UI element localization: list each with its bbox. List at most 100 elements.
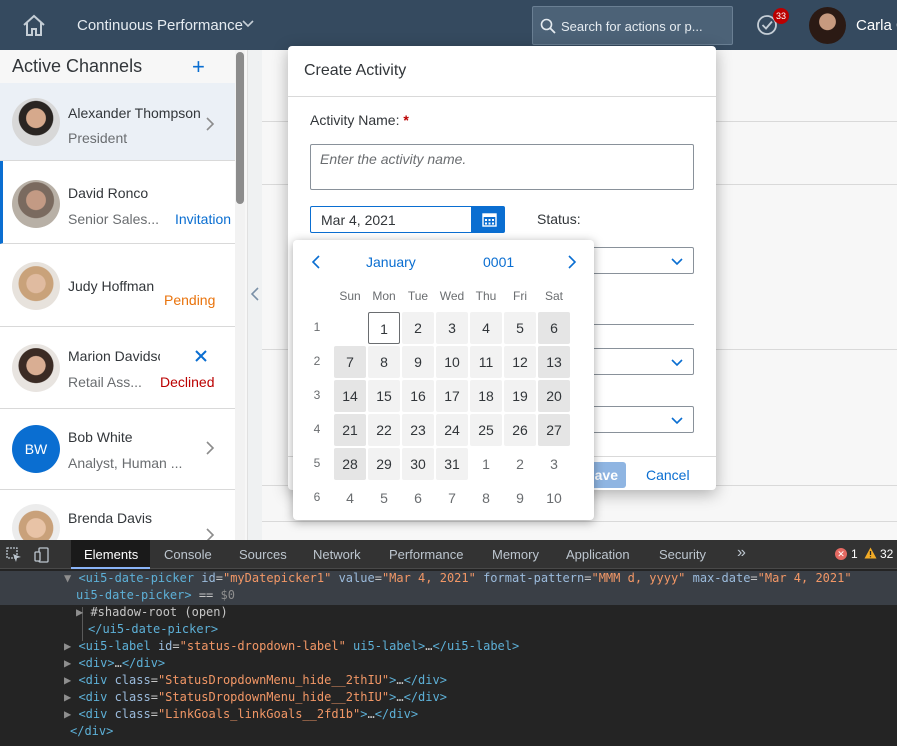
calendar-day[interactable]: 8 bbox=[368, 346, 400, 378]
home-icon[interactable] bbox=[20, 13, 48, 39]
user-avatar[interactable] bbox=[809, 7, 846, 44]
calendar-day[interactable]: 26 bbox=[504, 414, 536, 446]
year-button[interactable]: 0001 bbox=[483, 254, 514, 270]
inspect-element-icon[interactable] bbox=[6, 547, 22, 563]
chevron-left-icon[interactable] bbox=[250, 287, 260, 301]
calendar-day[interactable]: 3 bbox=[538, 448, 570, 480]
search-input[interactable]: Search for actions or p... bbox=[561, 19, 703, 34]
dom-tree-node[interactable]: ▶ #shadow-root (open) bbox=[76, 605, 228, 622]
calendar-day[interactable]: 6 bbox=[402, 482, 434, 514]
add-channel-button[interactable]: + bbox=[192, 56, 205, 78]
calendar-day[interactable]: 9 bbox=[402, 346, 434, 378]
calendar-day[interactable]: 30 bbox=[402, 448, 434, 480]
app-title[interactable]: Continuous Performance bbox=[77, 17, 243, 34]
calendar-day[interactable]: 29 bbox=[368, 448, 400, 480]
calendar-day[interactable]: 27 bbox=[538, 414, 570, 446]
calendar-day[interactable]: 31 bbox=[436, 448, 468, 480]
calendar-day[interactable]: 3 bbox=[436, 312, 468, 344]
collapse-arrow-icon[interactable]: ▼ bbox=[64, 571, 78, 585]
pane-collapse-tab[interactable] bbox=[247, 50, 262, 540]
tab-elements[interactable]: Elements bbox=[84, 547, 138, 562]
calendar-day[interactable]: 9 bbox=[504, 482, 536, 514]
chevron-down-icon[interactable] bbox=[241, 16, 255, 30]
calendar-day[interactable]: 5 bbox=[504, 312, 536, 344]
error-count[interactable]: 1 bbox=[851, 547, 858, 561]
tab-memory[interactable]: Memory bbox=[492, 547, 539, 562]
calendar-day[interactable]: 11 bbox=[470, 346, 502, 378]
calendar-day[interactable]: 6 bbox=[538, 312, 570, 344]
tab-console[interactable]: Console bbox=[164, 547, 212, 562]
calendar-day[interactable]: 7 bbox=[334, 346, 366, 378]
expand-arrow-icon[interactable]: ▶ bbox=[64, 639, 78, 653]
calendar-day[interactable]: 18 bbox=[470, 380, 502, 412]
expand-arrow-icon[interactable]: ▶ bbox=[64, 656, 78, 670]
calendar-day[interactable]: 8 bbox=[470, 482, 502, 514]
contact-list-item[interactable]: BW Bob White Analyst, Human ... bbox=[0, 409, 235, 490]
tab-security[interactable]: Security bbox=[659, 547, 706, 562]
channels-scrollbar[interactable] bbox=[235, 50, 245, 540]
calendar-day[interactable]: 19 bbox=[504, 380, 536, 412]
calendar-day[interactable]: 24 bbox=[436, 414, 468, 446]
warning-icon[interactable] bbox=[864, 547, 877, 559]
calendar-day[interactable]: 22 bbox=[368, 414, 400, 446]
month-button[interactable]: January bbox=[366, 254, 416, 270]
cancel-button[interactable]: Cancel bbox=[646, 467, 690, 483]
contact-list-item[interactable]: Brenda Davis bbox=[0, 490, 235, 540]
calendar-day[interactable]: 15 bbox=[368, 380, 400, 412]
dropdown-field[interactable] bbox=[578, 406, 694, 433]
calendar-day[interactable]: 4 bbox=[334, 482, 366, 514]
calendar-day[interactable]: 21 bbox=[334, 414, 366, 446]
date-input[interactable]: Mar 4, 2021 bbox=[310, 206, 472, 233]
contact-list-item[interactable]: Judy Hoffman Pending bbox=[0, 244, 235, 327]
dom-tree-node[interactable]: ▶ <div class="StatusDropdownMenu_hide__2… bbox=[64, 690, 447, 707]
calendar-day[interactable]: 2 bbox=[504, 448, 536, 480]
user-name[interactable]: Carla G bbox=[856, 17, 897, 34]
scrollbar-thumb[interactable] bbox=[236, 52, 244, 204]
status-dropdown[interactable] bbox=[578, 247, 694, 274]
dom-tree-node[interactable]: </div> bbox=[70, 724, 113, 741]
close-icon[interactable] bbox=[195, 350, 207, 362]
dom-tree-node[interactable]: ▼ <ui5-date-picker id="myDatepicker1" va… bbox=[64, 571, 852, 588]
calendar-day[interactable]: 16 bbox=[402, 380, 434, 412]
contact-list-item[interactable]: Alexander Thompson President bbox=[0, 83, 235, 161]
calendar-day[interactable]: 4 bbox=[470, 312, 502, 344]
calendar-day[interactable]: 14 bbox=[334, 380, 366, 412]
warning-count[interactable]: 32 bbox=[880, 547, 893, 561]
calendar-day[interactable]: 2 bbox=[402, 312, 434, 344]
calendar-day[interactable]: 25 bbox=[470, 414, 502, 446]
dom-tree-node[interactable]: ▶ <div>…</div> bbox=[64, 656, 165, 673]
expand-arrow-icon[interactable]: ▶ bbox=[64, 690, 78, 704]
calendar-day[interactable]: 23 bbox=[402, 414, 434, 446]
dom-tree-node[interactable]: ▶ <div class="LinkGoals_linkGoals__2fd1b… bbox=[64, 707, 418, 724]
tab-application[interactable]: Application bbox=[566, 547, 630, 562]
tab-network[interactable]: Network bbox=[313, 547, 361, 562]
more-tabs-button[interactable]: » bbox=[737, 544, 746, 562]
calendar-day[interactable]: 20 bbox=[538, 380, 570, 412]
calendar-day[interactable]: 10 bbox=[436, 346, 468, 378]
calendar-day[interactable]: 1 bbox=[470, 448, 502, 480]
expand-arrow-icon[interactable]: ▶ bbox=[76, 605, 90, 619]
error-icon[interactable]: ✕ bbox=[835, 548, 847, 560]
calendar-day[interactable]: 1 bbox=[368, 312, 400, 344]
tab-sources[interactable]: Sources bbox=[239, 547, 287, 562]
device-toggle-icon[interactable] bbox=[34, 547, 50, 563]
calendar-day[interactable]: 5 bbox=[368, 482, 400, 514]
previous-month-button[interactable] bbox=[309, 254, 323, 270]
dom-tree-node[interactable]: ▶ <div class="StatusDropdownMenu_hide__2… bbox=[64, 673, 447, 690]
search-field[interactable]: Search for actions or p... bbox=[532, 6, 733, 45]
expand-arrow-icon[interactable]: ▶ bbox=[64, 673, 78, 687]
calendar-day[interactable]: 28 bbox=[334, 448, 366, 480]
contact-list-item[interactable]: Marion Davidsc Retail Ass... Declined bbox=[0, 327, 235, 409]
dom-tree-node[interactable]: </ui5-date-picker> bbox=[88, 622, 218, 639]
calendar-day[interactable]: 12 bbox=[504, 346, 536, 378]
activity-name-input[interactable]: Enter the activity name. bbox=[310, 144, 694, 190]
dropdown-field[interactable] bbox=[578, 348, 694, 375]
tab-performance[interactable]: Performance bbox=[389, 547, 463, 562]
expand-arrow-icon[interactable]: ▶ bbox=[64, 707, 78, 721]
calendar-day[interactable]: 13 bbox=[538, 346, 570, 378]
dom-tree-node[interactable]: ui5-date-picker> == $0 bbox=[76, 588, 235, 605]
date-picker-button[interactable] bbox=[472, 206, 505, 233]
calendar-day[interactable]: 7 bbox=[436, 482, 468, 514]
contact-list-item[interactable]: David Ronco Senior Sales... Invitation bbox=[0, 161, 235, 244]
next-month-button[interactable] bbox=[565, 254, 579, 270]
